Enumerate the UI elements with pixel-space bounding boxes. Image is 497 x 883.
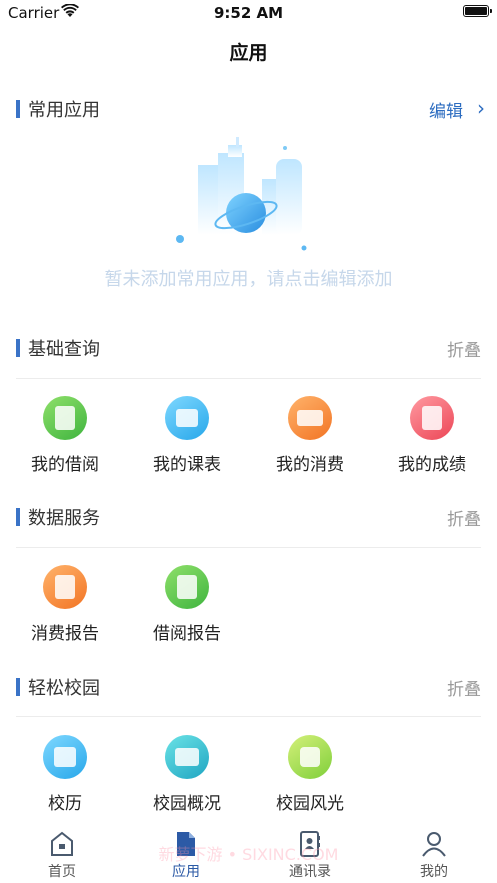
data-services-grid: 消费报告 借阅报告	[0, 565, 497, 655]
app-borrow-report[interactable]: 借阅报告	[125, 565, 249, 644]
landscape-icon	[288, 735, 332, 779]
battery-icon	[463, 5, 492, 17]
app-campus-scenery[interactable]: 校园风光	[248, 735, 372, 814]
calendar-icon	[43, 735, 87, 779]
section-marker	[16, 508, 20, 526]
data-services-header: 数据服务 折叠	[16, 502, 481, 532]
section-marker	[16, 100, 20, 118]
payment-card-icon	[288, 396, 332, 440]
app-label: 校园概况	[153, 794, 221, 814]
tab-apps[interactable]: 应用	[124, 825, 248, 883]
home-icon	[51, 831, 73, 856]
calendar-grid-icon	[165, 396, 209, 440]
document-icon	[177, 832, 195, 856]
app-consumption-report[interactable]: 消费报告	[3, 565, 127, 644]
basic-query-header: 基础查询 折叠	[16, 333, 481, 363]
clock: 9:52 AM	[213, 4, 284, 22]
app-school-calendar[interactable]: 校历	[3, 735, 127, 814]
tab-label: 首页	[48, 864, 76, 880]
app-my-borrow[interactable]: 我的借阅	[3, 396, 127, 475]
edit-button[interactable]: 编辑	[429, 97, 463, 122]
tab-bar: 首页 应用 通讯录 我的	[0, 825, 497, 883]
app-campus-overview[interactable]: 校园概况	[125, 735, 249, 814]
tab-label: 应用	[172, 864, 200, 880]
status-bar: Carrier 9:52 AM	[0, 0, 497, 26]
section-marker	[16, 339, 20, 357]
id-card-icon	[43, 396, 87, 440]
empty-hint: 暂未添加常用应用，请点击编辑添加	[104, 269, 393, 290]
app-label: 我的消费	[276, 455, 344, 475]
collapse-button[interactable]: 折叠	[447, 336, 481, 361]
section-title: 常用应用	[28, 100, 100, 121]
basic-query-grid: 我的借阅 我的课表 我的消费 我的成绩	[0, 396, 497, 486]
section-title: 数据服务	[28, 508, 100, 529]
empty-city-illustration	[176, 137, 307, 251]
app-label: 校园风光	[276, 794, 344, 814]
app-my-timetable[interactable]: 我的课表	[125, 396, 249, 475]
common-apps-header: 常用应用 编辑 ›	[16, 94, 485, 124]
app-my-consumption[interactable]: 我的消费	[248, 396, 372, 475]
section-title: 轻松校园	[28, 678, 100, 699]
user-icon	[422, 832, 446, 857]
yen-report-icon	[43, 565, 87, 609]
contacts-icon	[300, 831, 320, 857]
divider	[16, 378, 481, 379]
section-title: 基础查询	[28, 339, 100, 360]
easy-campus-grid: 校历 校园概况 校园风光	[0, 735, 497, 825]
app-label: 我的借阅	[31, 455, 99, 475]
tab-label: 通讯录	[289, 864, 331, 880]
tab-home[interactable]: 首页	[0, 825, 124, 883]
grade-a-plus-icon	[410, 396, 454, 440]
building-icon	[165, 735, 209, 779]
app-label: 消费报告	[31, 624, 99, 644]
app-label: 我的课表	[153, 455, 221, 475]
section-marker	[16, 678, 20, 696]
chevron-right-icon[interactable]: ›	[477, 96, 485, 120]
page-title: 应用	[229, 42, 268, 64]
easy-campus-header: 轻松校园 折叠	[16, 672, 481, 702]
divider	[16, 716, 481, 717]
collapse-button[interactable]: 折叠	[447, 505, 481, 530]
app-label: 我的成绩	[398, 455, 466, 475]
collapse-button[interactable]: 折叠	[447, 675, 481, 700]
divider	[16, 547, 481, 548]
tab-label: 我的	[420, 864, 448, 880]
tab-contacts[interactable]: 通讯录	[248, 825, 372, 883]
tab-profile[interactable]: 我的	[372, 825, 496, 883]
app-label: 借阅报告	[153, 624, 221, 644]
id-card-icon	[165, 565, 209, 609]
app-my-grades[interactable]: 我的成绩	[370, 396, 494, 475]
app-label: 校历	[48, 794, 82, 814]
